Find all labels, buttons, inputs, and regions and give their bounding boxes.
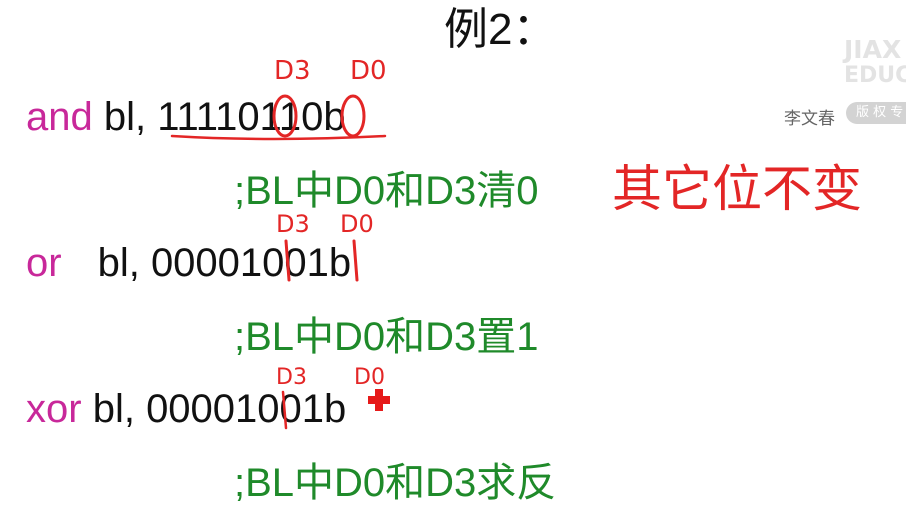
comment-xor: ;BL中D0和D3求反: [234, 461, 557, 505]
watermark-line-2: EDUCA: [844, 63, 906, 88]
operands-or: bl, 00001001b: [97, 241, 352, 285]
ink-label-d0-or: D0: [340, 210, 374, 238]
lecture-slide: 例2： JIAX EDUCA 版 权 专 李文春 and bl, 1111011…: [0, 0, 906, 512]
copyright-badge: 版 权 专: [846, 102, 906, 124]
red-cross-cursor-icon: [368, 389, 390, 411]
mnemonic-or: or: [26, 241, 62, 285]
instruction-xor: xor bl, 00001001b: [26, 386, 346, 432]
watermark-line-1: JIAX: [844, 35, 902, 64]
comment-and: ;BL中D0和D3清0: [234, 169, 539, 213]
ink-mark-d0-or: [352, 239, 359, 282]
ink-note-other-bits-unchanged: 其它位不变: [612, 160, 862, 218]
instruction-or: or bl, 00001001b: [26, 240, 351, 286]
mnemonic-and: and: [26, 95, 93, 139]
instruction-and: and bl, 11110110b: [26, 94, 346, 140]
operands-xor: bl, 00001001b: [92, 387, 347, 431]
operands-and: bl, 11110110b: [103, 95, 346, 139]
watermark-logo: JIAX EDUCA: [844, 36, 906, 88]
ink-label-d0-xor: D0: [354, 365, 385, 390]
ink-label-d0-and: D0: [350, 56, 387, 86]
mnemonic-xor: xor: [26, 387, 82, 431]
author-name: 李文春: [784, 109, 835, 129]
comment-or: ;BL中D0和D3置1: [234, 315, 539, 359]
ink-label-d3-or: D3: [276, 210, 310, 238]
ink-label-d3-and: D3: [274, 56, 311, 86]
slide-title: 例2：: [444, 5, 557, 54]
